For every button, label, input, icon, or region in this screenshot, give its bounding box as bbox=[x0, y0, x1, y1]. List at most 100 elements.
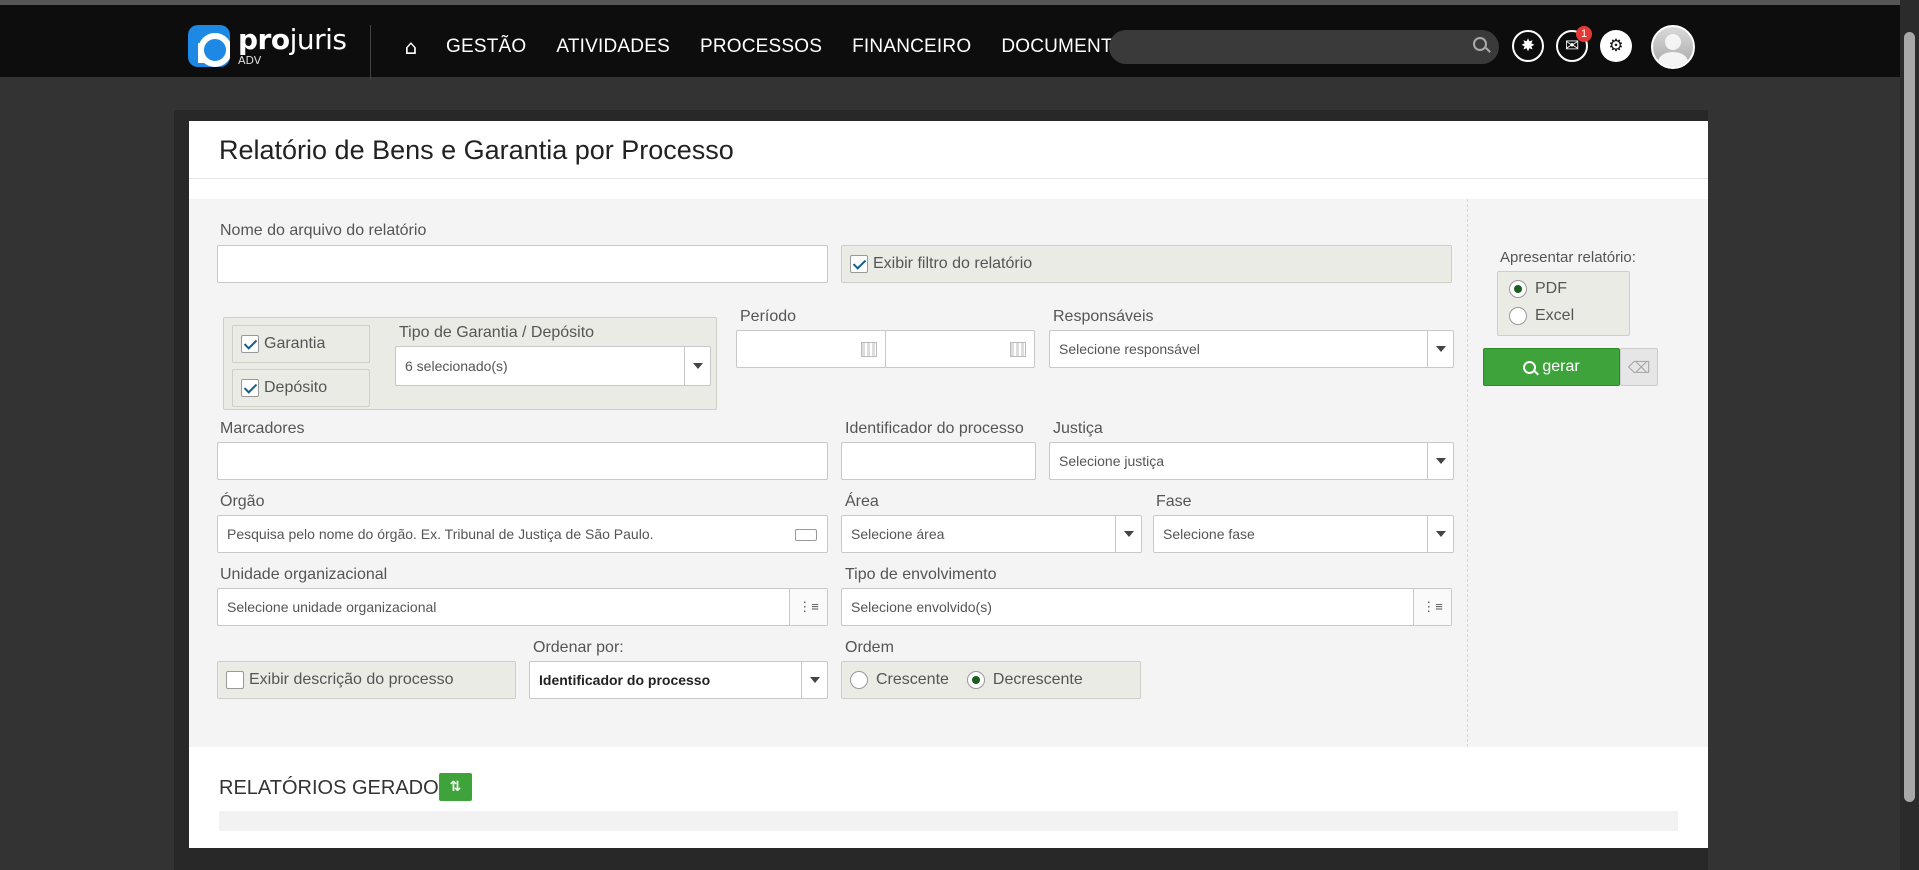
sort-icon[interactable]: ⇅ bbox=[439, 773, 472, 801]
excel-option[interactable]: Excel bbox=[1509, 307, 1574, 325]
periodo-label: Período bbox=[740, 308, 797, 325]
garantia-checkbox[interactable]: Garantia bbox=[232, 325, 370, 363]
crescente-radio[interactable] bbox=[850, 671, 868, 689]
exibir-descricao-check-icon[interactable] bbox=[226, 671, 244, 689]
title-divider bbox=[189, 178, 1708, 179]
fase-select[interactable]: Selecione fase bbox=[1153, 515, 1454, 553]
chevron-down-icon[interactable] bbox=[684, 347, 710, 385]
tipo-value: 6 selecionado(s) bbox=[405, 358, 508, 374]
nav-financeiro[interactable]: FINANCEIRO bbox=[852, 36, 971, 58]
justica-select[interactable]: Selecione justiça bbox=[1049, 442, 1454, 480]
orgao-label: Órgão bbox=[220, 493, 265, 510]
show-filter-label: Exibir filtro do relatório bbox=[873, 255, 1033, 272]
backspace-icon: ⌫ bbox=[1627, 357, 1651, 377]
fase-label: Fase bbox=[1156, 493, 1192, 510]
periodo-start-input[interactable] bbox=[736, 330, 886, 368]
envolvimento-label: Tipo de envolvimento bbox=[845, 566, 997, 583]
marcadores-label: Marcadores bbox=[220, 420, 305, 437]
search-icon[interactable] bbox=[1473, 37, 1487, 51]
area-select[interactable]: Selecione área bbox=[841, 515, 1142, 553]
ordem-radio-group: Crescente Decrescente bbox=[841, 661, 1141, 699]
chevron-down-icon[interactable] bbox=[1427, 516, 1453, 552]
logo-divider bbox=[370, 25, 371, 80]
pdf-radio[interactable] bbox=[1509, 280, 1527, 298]
page-scrollbar[interactable] bbox=[1900, 0, 1919, 870]
identificador-input[interactable] bbox=[841, 442, 1036, 480]
unidade-placeholder: Selecione unidade organizacional bbox=[227, 599, 437, 615]
logo-name-light: juris bbox=[289, 22, 347, 56]
ordenar-value: Identificador do processo bbox=[539, 672, 711, 688]
search-input[interactable] bbox=[1109, 30, 1499, 64]
deposito-checkbox[interactable]: Depósito bbox=[232, 369, 370, 407]
chevron-down-icon[interactable] bbox=[1115, 516, 1141, 552]
search-icon bbox=[1523, 360, 1537, 374]
nav-processos[interactable]: PROCESSOS bbox=[700, 36, 822, 58]
mail-icon[interactable]: ✉ 1 bbox=[1556, 26, 1592, 62]
chevron-down-icon[interactable] bbox=[1427, 331, 1453, 367]
identificador-label: Identificador do processo bbox=[845, 420, 1024, 437]
area-placeholder: Selecione área bbox=[851, 526, 945, 542]
show-filter-checkbox[interactable]: Exibir filtro do relatório bbox=[841, 245, 1452, 283]
justica-label: Justiça bbox=[1053, 420, 1103, 437]
calendar-icon[interactable] bbox=[1010, 342, 1026, 357]
tipo-label: Tipo de Garantia / Depósito bbox=[399, 324, 595, 341]
responsaveis-placeholder: Selecione responsável bbox=[1059, 341, 1200, 357]
garantia-label: Garantia bbox=[264, 335, 326, 352]
nav-atividades[interactable]: ATIVIDADES bbox=[556, 36, 670, 58]
excel-radio[interactable] bbox=[1509, 307, 1527, 325]
marcadores-input[interactable] bbox=[217, 442, 828, 480]
tipo-select[interactable]: 6 selecionado(s) bbox=[395, 346, 711, 386]
envolvimento-select[interactable]: Selecione envolvido(s) ⋮≡ bbox=[841, 588, 1452, 626]
logo-name-bold: pro bbox=[238, 22, 290, 56]
chevron-down-icon[interactable] bbox=[1427, 443, 1453, 479]
gerar-label: gerar bbox=[1542, 358, 1580, 375]
periodo-end-input[interactable] bbox=[885, 330, 1035, 368]
unidade-select[interactable]: Selecione unidade organizacional ⋮≡ bbox=[217, 588, 828, 626]
page-title: Relatório de Bens e Garantia por Process… bbox=[219, 135, 734, 165]
filename-input[interactable] bbox=[217, 245, 828, 283]
decrescente-radio[interactable] bbox=[966, 671, 985, 689]
nav-gestao[interactable]: GESTÃO bbox=[446, 36, 526, 58]
apresentar-label: Apresentar relatório: bbox=[1500, 249, 1636, 266]
exibir-descricao-checkbox[interactable]: Exibir descrição do processo bbox=[217, 661, 516, 699]
notification-badge: 1 bbox=[1576, 26, 1592, 42]
home-icon[interactable]: ⌂ bbox=[400, 27, 422, 67]
area-label: Área bbox=[845, 493, 879, 510]
scroll-thumb[interactable] bbox=[1904, 32, 1915, 802]
responsaveis-select[interactable]: Selecione responsável bbox=[1049, 330, 1454, 368]
card-icon[interactable] bbox=[795, 529, 817, 541]
avatar[interactable] bbox=[1651, 25, 1695, 69]
ordem-label: Ordem bbox=[845, 639, 894, 656]
ordenar-label: Ordenar por: bbox=[533, 639, 624, 656]
ordenar-select[interactable]: Identificador do processo bbox=[529, 661, 828, 699]
ai-assistant-icon[interactable]: ✸ bbox=[1512, 30, 1544, 62]
justica-placeholder: Selecione justiça bbox=[1059, 453, 1165, 469]
gerar-button[interactable]: gerar bbox=[1483, 348, 1620, 386]
pdf-label: PDF bbox=[1535, 280, 1567, 297]
logo-icon bbox=[188, 25, 230, 67]
projuris-logo[interactable]: projuris ADV bbox=[188, 25, 347, 67]
filter-form: Nome do arquivo do relatório Exibir filt… bbox=[189, 199, 1467, 747]
exibir-descricao-label: Exibir descrição do processo bbox=[249, 671, 454, 688]
deposito-check-icon[interactable] bbox=[241, 379, 259, 397]
garantia-check-icon[interactable] bbox=[241, 335, 259, 353]
show-filter-check-icon[interactable] bbox=[850, 255, 868, 273]
generated-reports-title: RELATÓRIOS GERADOS bbox=[219, 777, 453, 799]
responsaveis-label: Responsáveis bbox=[1053, 308, 1154, 325]
filename-label: Nome do arquivo do relatório bbox=[220, 222, 427, 239]
envolvimento-placeholder: Selecione envolvido(s) bbox=[851, 599, 992, 615]
generated-reports-list bbox=[219, 811, 1678, 831]
report-panel: Relatório de Bens e Garantia por Process… bbox=[189, 121, 1708, 848]
tree-icon[interactable]: ⋮≡ bbox=[789, 589, 827, 625]
decrescente-label[interactable]: Decrescente bbox=[993, 671, 1083, 689]
gear-icon[interactable]: ⚙ bbox=[1600, 30, 1632, 62]
calendar-icon[interactable] bbox=[861, 342, 877, 357]
chevron-down-icon[interactable] bbox=[801, 662, 827, 698]
orgao-input[interactable]: Pesquisa pelo nome do órgão. Ex. Tribuna… bbox=[217, 515, 828, 553]
clear-button[interactable]: ⌫ bbox=[1620, 348, 1658, 386]
excel-label: Excel bbox=[1535, 307, 1575, 324]
pdf-option[interactable]: PDF bbox=[1509, 280, 1567, 298]
unidade-label: Unidade organizacional bbox=[220, 566, 388, 583]
tree-icon[interactable]: ⋮≡ bbox=[1413, 589, 1451, 625]
crescente-label[interactable]: Crescente bbox=[876, 671, 949, 689]
